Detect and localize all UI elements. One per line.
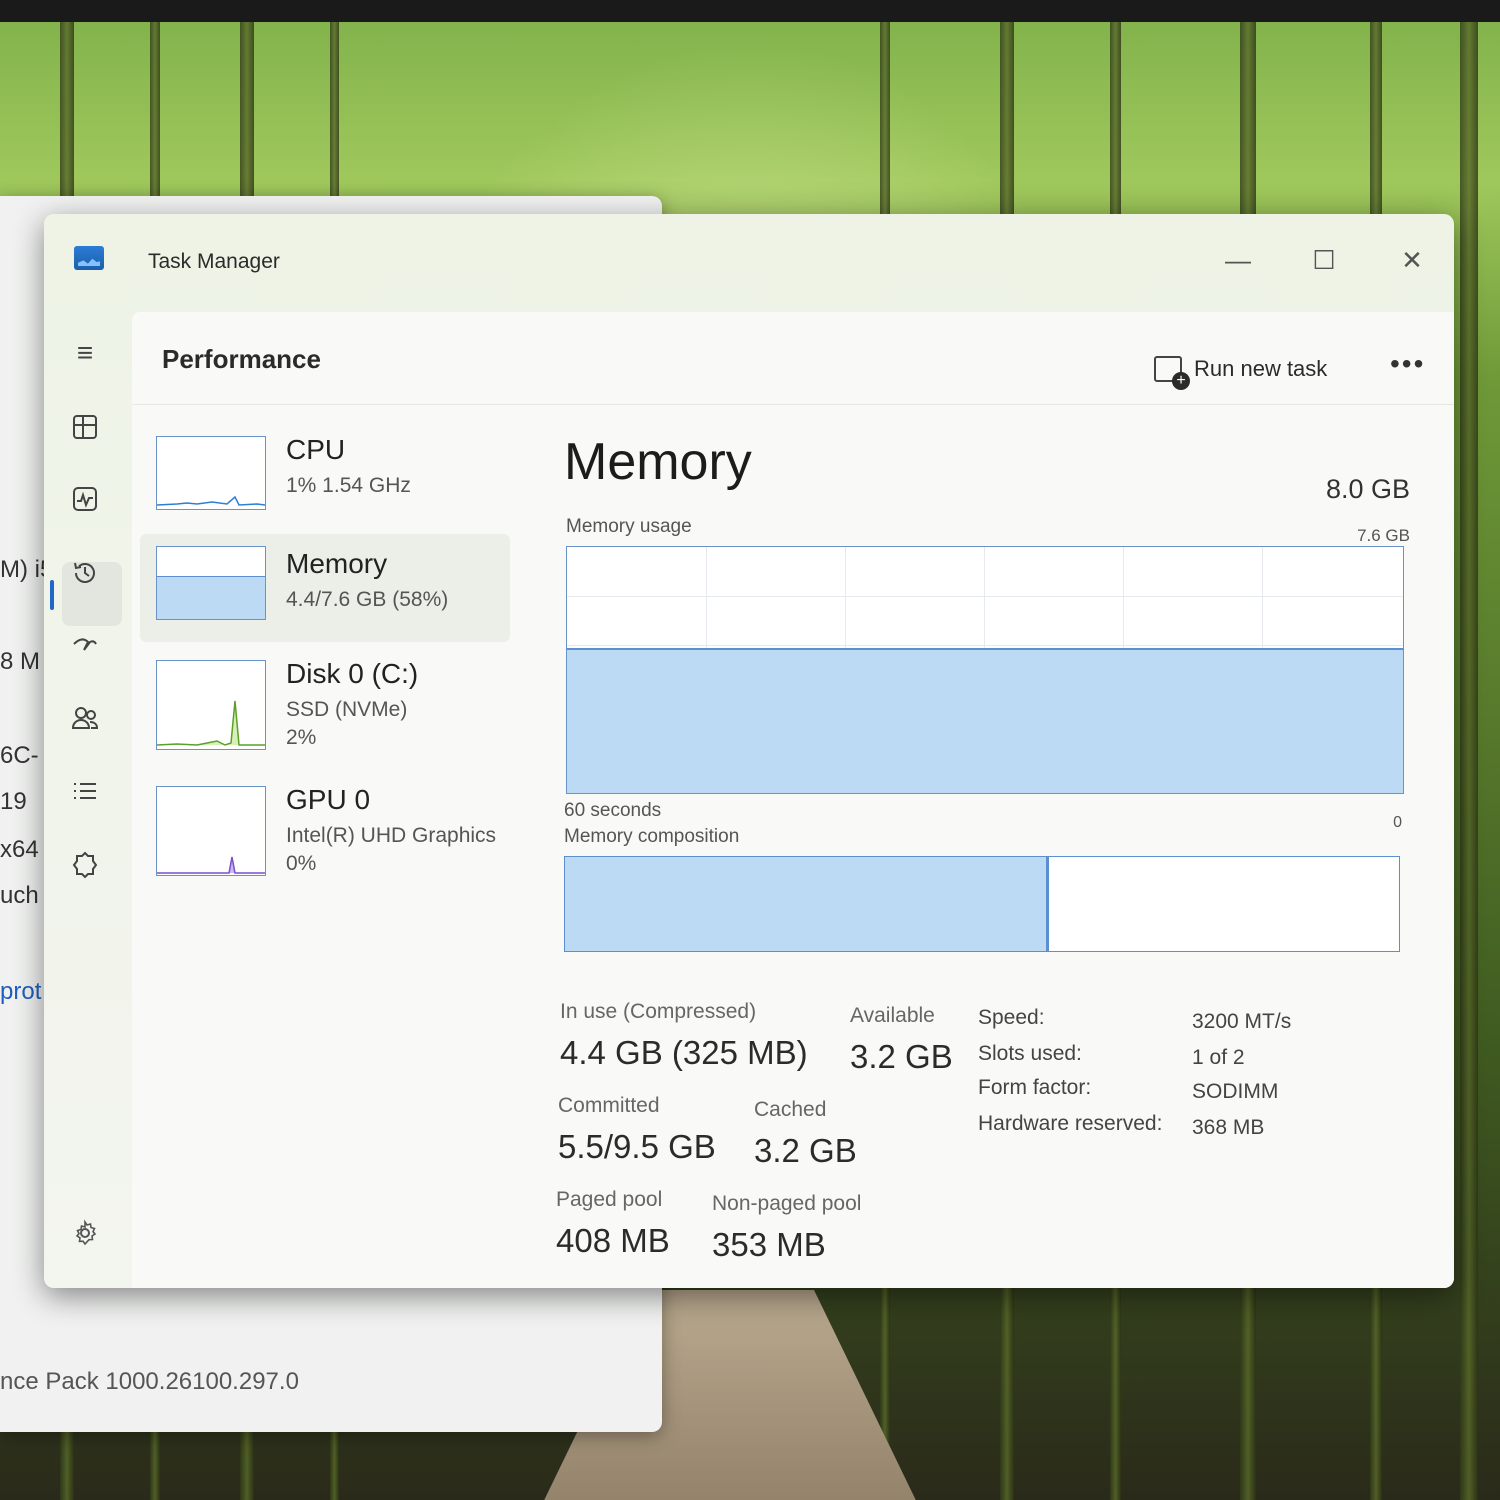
memory-usage-max: 7.6 GB [1357,526,1410,545]
device-name: Memory [286,548,388,579]
more-options-button[interactable]: ••• [1390,348,1425,380]
memory-usage-label: Memory usage [566,516,692,537]
details-icon[interactable] [68,774,102,808]
device-name: GPU 0 [286,784,371,815]
pane-header: Performance Run new task ••• [132,312,1454,405]
device-stat: 4.4/7.6 GB (58%) [286,588,449,611]
gridline [567,596,1403,597]
run-new-task-button[interactable]: Run new task [1154,352,1328,390]
property-value: 1 of 2 [1192,1046,1245,1069]
device-item-gpu[interactable]: GPU 0 Intel(R) UHD Graphics 0% [140,780,510,888]
property-value: 368 MB [1192,1116,1265,1139]
settings-icon[interactable] [68,1216,102,1250]
bg-text: 8 M [0,648,41,675]
memory-total: 8.0 GB [1325,474,1410,504]
device-stat: 2% [286,726,317,749]
cached-label: Cached [754,1098,827,1121]
device-name: Disk 0 (C:) [286,658,419,689]
memory-composition-label: Memory composition [564,826,740,847]
users-icon[interactable] [68,702,102,736]
property-value: SODIMM [1192,1080,1279,1103]
memory-thumbnail-graph [156,546,266,620]
run-task-icon [1154,356,1190,390]
device-name: CPU [286,434,346,465]
property-key: Form factor: [978,1076,1092,1099]
property-value: 3200 MT/s [1192,1010,1292,1033]
paged-pool-value: 408 MB [556,1222,670,1259]
minimize-button[interactable]: — [1208,238,1268,282]
device-item-disk[interactable]: Disk 0 (C:) SSD (NVMe) 2% [140,654,510,762]
bg-text: 6C- [0,742,39,769]
memory-usage-fill [567,648,1403,793]
graph-zero-label: 0 [1393,814,1402,831]
device-stat: 1% 1.54 GHz [286,474,411,497]
available-label: Available [850,1004,935,1027]
bg-link[interactable]: prot [0,978,41,1006]
bg-footer-text: nce Pack 1000.26100.297.0 [0,1368,299,1395]
gpu-thumbnail-graph [156,786,266,876]
window-title: Task Manager [148,250,280,273]
nav-selection-indicator [50,580,54,610]
hamburger-icon[interactable]: ≡ [68,336,102,370]
device-item-memory[interactable]: Memory 4.4/7.6 GB (58%) [140,534,510,642]
screen-bezel [0,0,1500,22]
memory-in-use-segment [565,857,1049,951]
memory-usage-graph [566,546,1404,794]
committed-value: 5.5/9.5 GB [558,1128,716,1165]
memory-composition-bar [564,856,1400,952]
in-use-label: In use (Compressed) [560,1000,757,1023]
page-title: Performance [162,344,321,374]
in-use-value: 4.4 GB (325 MB) [560,1034,808,1071]
disk-thumbnail-graph [156,660,266,750]
maximize-button[interactable]: ☐ [1294,238,1354,282]
cpu-thumbnail-graph [156,436,266,510]
services-icon[interactable] [68,848,102,882]
time-axis-label: 60 seconds [564,800,662,821]
app-history-icon[interactable] [68,556,102,590]
wallpaper-trunk [1460,0,1478,1500]
property-key: Speed: [978,1006,1045,1029]
gridline [567,645,1403,646]
memory-thumbnail-fill [157,576,265,619]
property-key: Hardware reserved: [978,1112,1163,1135]
bg-text: x64 [0,836,39,863]
nav-rail: ≡ [44,306,132,1288]
task-manager-icon [74,246,104,270]
detail-title: Memory [564,433,752,491]
paged-pool-label: Paged pool [556,1188,663,1211]
title-bar[interactable]: Task Manager — ☐ ✕ [44,214,1454,306]
cached-value: 3.2 GB [754,1132,857,1169]
performance-pane: Performance Run new task ••• CPU 1% 1.54… [132,312,1454,1288]
device-stat: 0% [286,852,317,875]
run-new-task-label: Run new task [1194,356,1328,381]
performance-icon[interactable] [68,482,102,516]
task-manager-window: Task Manager — ☐ ✕ ≡ Performance + Run n… [44,214,1454,1288]
close-button[interactable]: ✕ [1382,238,1442,282]
device-item-cpu[interactable]: CPU 1% 1.54 GHz [140,430,510,538]
property-key: Slots used: [978,1042,1082,1065]
bg-text: uch [0,882,39,909]
startup-apps-icon[interactable] [68,628,102,662]
committed-label: Committed [558,1094,660,1117]
bg-text: 19 [0,788,27,815]
device-stat: SSD (NVMe) [286,698,408,721]
device-stat: Intel(R) UHD Graphics [286,824,497,847]
non-paged-pool-label: Non-paged pool [712,1192,862,1215]
processes-icon[interactable] [68,410,102,444]
non-paged-pool-value: 353 MB [712,1226,826,1263]
available-value: 3.2 GB [850,1038,953,1075]
